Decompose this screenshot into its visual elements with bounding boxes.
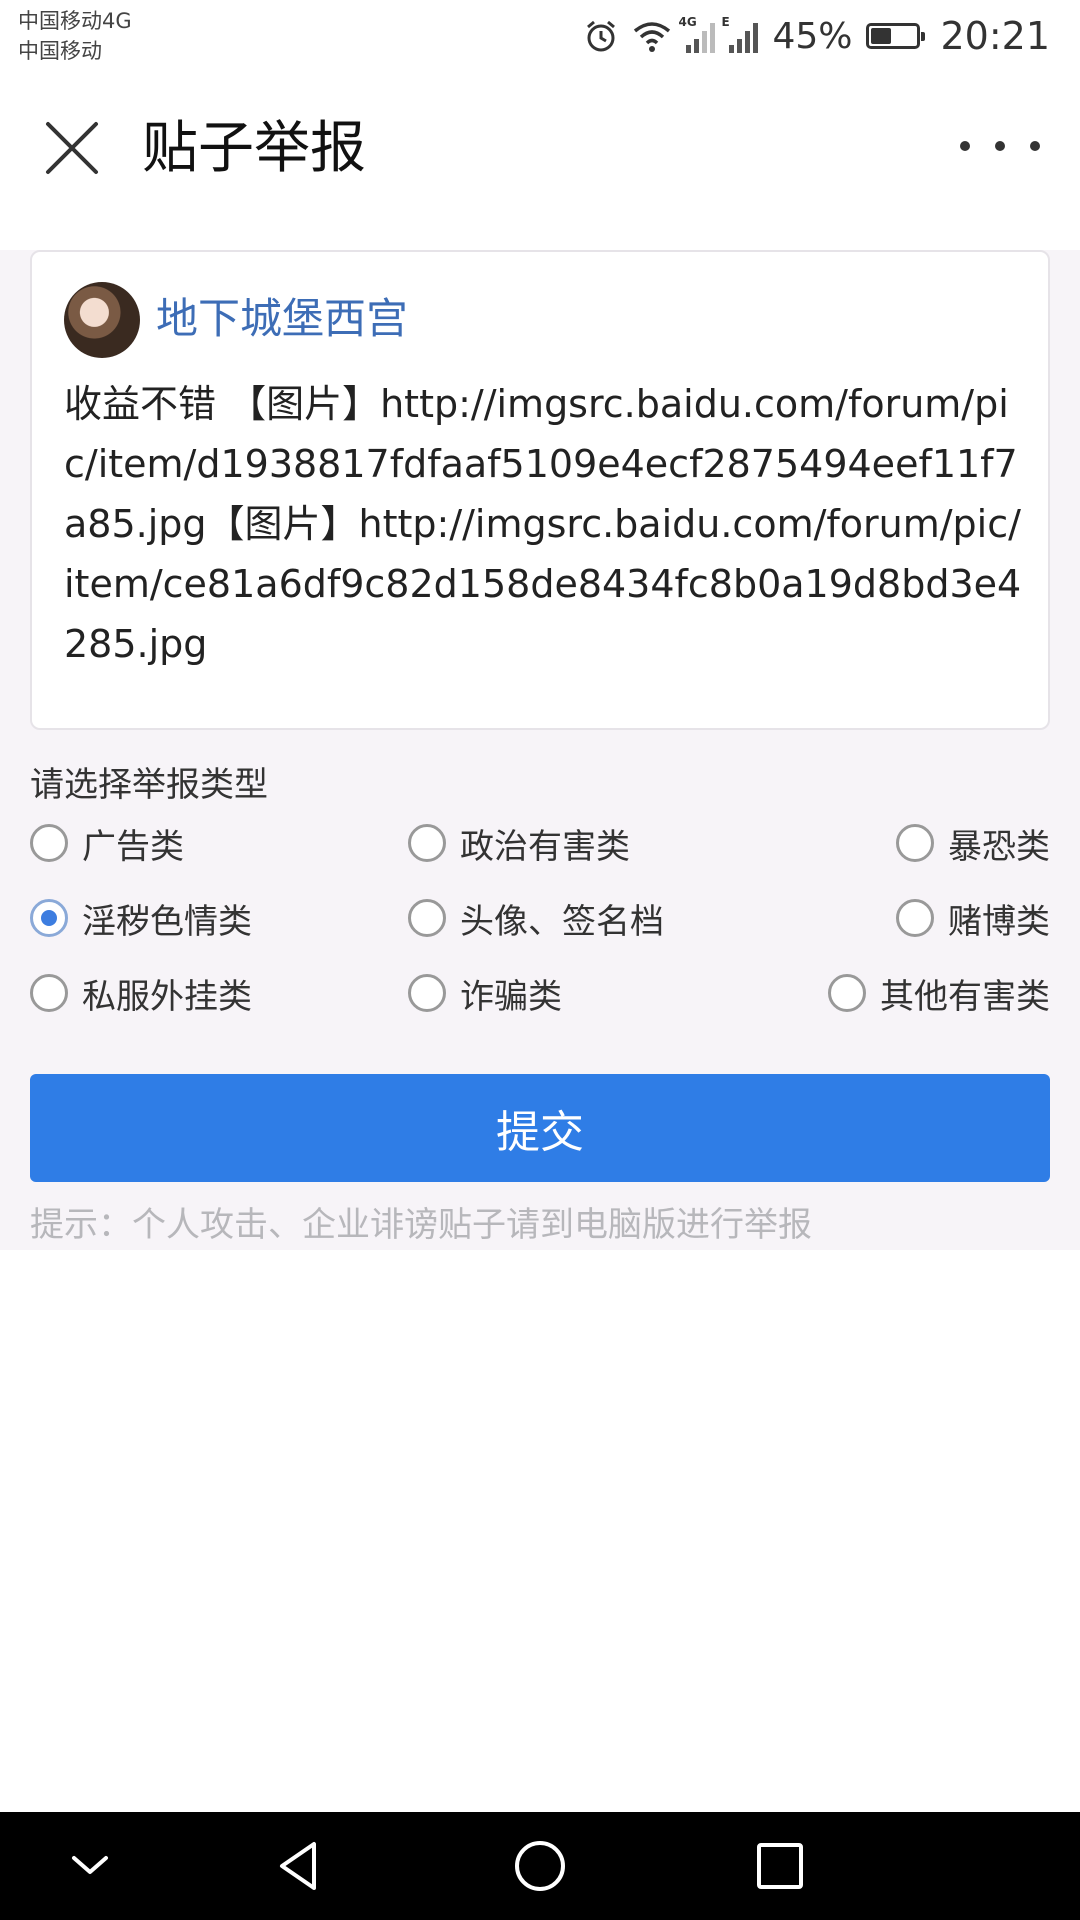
page-title: 贴子举报 — [142, 116, 366, 181]
option-label: 政治有害类 — [460, 826, 630, 867]
recents-square-icon — [757, 1843, 803, 1889]
status-bar: 中国移动4G 中国移动 4G E 45% 20:21 — [0, 0, 1080, 76]
back-triangle-icon — [280, 1842, 316, 1890]
clock-time: 20:21 — [940, 14, 1050, 58]
avatar[interactable] — [64, 282, 140, 358]
nav-back-button[interactable] — [270, 1836, 330, 1896]
report-option-private-server[interactable]: 私服外挂类 — [30, 968, 252, 1018]
report-option-porn[interactable]: 淫秽色情类 — [30, 893, 252, 943]
nav-hide-button[interactable] — [60, 1836, 120, 1896]
battery-level-fill — [871, 28, 892, 44]
close-button[interactable] — [40, 116, 104, 180]
status-icons: 4G E 45% 20:21 — [584, 12, 1050, 60]
radio-button[interactable] — [896, 899, 934, 937]
report-option-other[interactable]: 其他有害类 — [828, 968, 1050, 1018]
battery-icon — [866, 23, 926, 49]
radio-button[interactable] — [30, 974, 68, 1012]
chevron-down-icon — [72, 1856, 108, 1874]
radio-button[interactable] — [30, 899, 68, 937]
report-type-prompt: 请选择举报类型 — [30, 765, 268, 805]
radio-button[interactable] — [408, 899, 446, 937]
more-options-button[interactable] — [960, 126, 1040, 166]
nav-home-button[interactable] — [510, 1836, 570, 1896]
radio-button[interactable] — [408, 824, 446, 862]
battery-percent: 45% — [772, 15, 853, 57]
more-dot-icon — [1030, 141, 1040, 151]
report-option-gambling[interactable]: 赌博类 — [896, 893, 1050, 943]
more-dot-icon — [960, 141, 970, 151]
option-label: 广告类 — [82, 826, 184, 867]
signal-e-icon: E — [721, 15, 759, 53]
nav-recents-button[interactable] — [750, 1836, 810, 1896]
signal-4g-icon: 4G — [678, 15, 716, 53]
post-content: 收益不错 【图片】http://imgsrc.baidu.com/forum/p… — [64, 382, 1022, 666]
report-option-terror[interactable]: 暴恐类 — [896, 818, 1050, 868]
radio-button[interactable] — [896, 824, 934, 862]
alarm-icon — [587, 20, 616, 52]
carrier-info: 中国移动4G 中国移动 — [18, 6, 132, 66]
post-card: 地下城堡西宫 收益不错 【图片】http://imgsrc.baidu.com/… — [30, 250, 1050, 730]
report-option-ad[interactable]: 广告类 — [30, 818, 184, 868]
report-content: 地下城堡西宫 收益不错 【图片】http://imgsrc.baidu.com/… — [0, 250, 1080, 1250]
carrier-line-1: 中国移动4G — [18, 9, 132, 33]
report-option-fraud[interactable]: 诈骗类 — [408, 968, 562, 1018]
author-name[interactable]: 地下城堡西宫 — [156, 290, 408, 348]
network-e-label: E — [721, 15, 730, 29]
report-option-political[interactable]: 政治有害类 — [408, 818, 630, 868]
submit-button[interactable]: 提交 — [30, 1074, 1050, 1182]
title-bar: 贴子举报 — [0, 76, 1080, 250]
system-nav-bar — [0, 1812, 1080, 1920]
close-icon — [46, 122, 98, 174]
option-label: 私服外挂类 — [82, 976, 252, 1017]
home-circle-icon — [515, 1841, 565, 1891]
wifi-icon — [634, 22, 671, 52]
option-label: 淫秽色情类 — [82, 901, 252, 942]
option-label: 诈骗类 — [460, 976, 562, 1017]
option-label: 其他有害类 — [880, 976, 1050, 1017]
carrier-line-2: 中国移动 — [18, 39, 102, 63]
report-option-avatar-signature[interactable]: 头像、签名档 — [408, 893, 664, 943]
report-hint: 提示：个人攻击、企业诽谤贴子请到电脑版进行举报 — [30, 1205, 812, 1245]
radio-button[interactable] — [828, 974, 866, 1012]
radio-button[interactable] — [30, 824, 68, 862]
option-label: 暴恐类 — [948, 826, 1050, 867]
radio-button[interactable] — [408, 974, 446, 1012]
option-label: 头像、签名档 — [460, 901, 664, 942]
option-label: 赌博类 — [948, 901, 1050, 942]
more-dot-icon — [995, 141, 1005, 151]
network-4g-label: 4G — [678, 15, 697, 29]
